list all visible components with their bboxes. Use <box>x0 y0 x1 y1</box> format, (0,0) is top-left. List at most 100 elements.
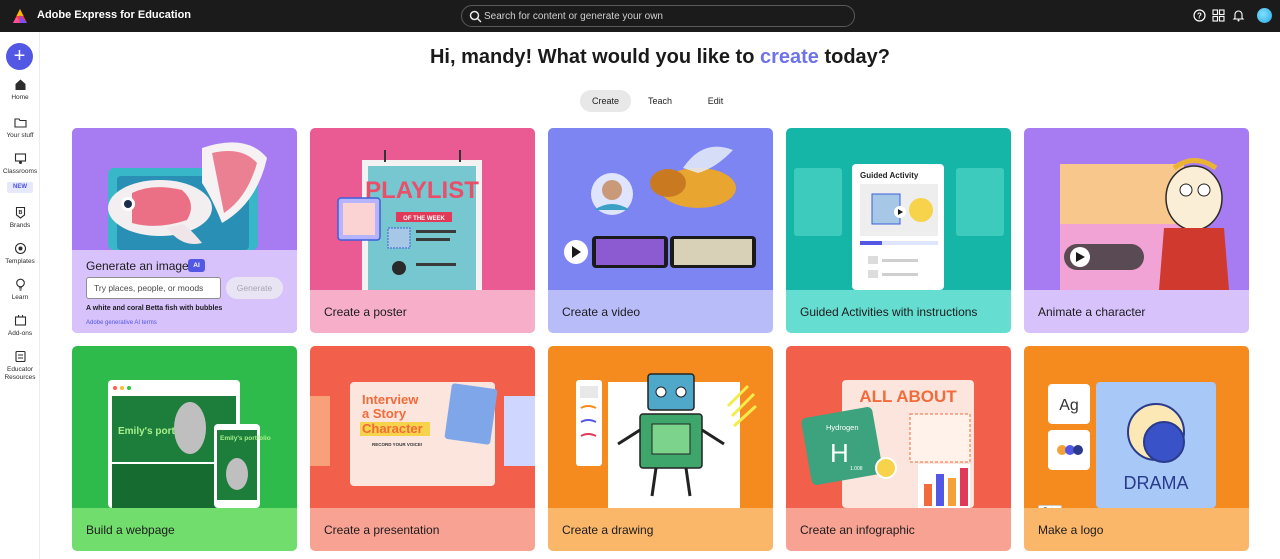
home-icon <box>15 79 25 90</box>
sidebar-item-brands[interactable]: B Brands <box>0 206 40 230</box>
build-webpage-card[interactable]: Emily's portfolio Emily's portfolio Buil… <box>72 346 297 551</box>
animate-character-footer: Animate a character <box>1024 290 1249 333</box>
create-drawing-footer: Create a drawing <box>548 508 773 551</box>
poster-title-text: PLAYLIST <box>365 177 479 204</box>
classroom-icon <box>14 153 26 164</box>
sidebar-item-educator-resources[interactable]: Educator Resources <box>0 350 40 382</box>
card-label: Build a webpage <box>86 523 175 537</box>
sidebar-item-label-line2: Resources <box>4 374 36 381</box>
guided-activities-footer: Guided Activities with instructions <box>786 290 1011 333</box>
logo-glyph-text: Ag <box>1059 397 1079 414</box>
make-logo-card[interactable]: Ag DRAMA Beta Make a logo <box>1024 346 1249 551</box>
card-label: Animate a character <box>1038 305 1146 319</box>
poster-subtitle-text: OF THE WEEK <box>403 216 445 222</box>
betta-fish-illustration <box>72 128 297 250</box>
sidebar-item-addons[interactable]: Add-ons <box>0 314 40 338</box>
sidebar-item-your-stuff[interactable]: Your stuff <box>0 116 40 140</box>
card-label: Make a logo <box>1038 523 1104 537</box>
infographic-illustration: ALL ABOUT Hydrogen H 1.008 <box>786 346 1011 508</box>
logo-illustration: Ag DRAMA <box>1024 346 1249 508</box>
templates-icon <box>14 242 26 255</box>
sidebar-item-templates[interactable]: Templates <box>0 242 40 266</box>
educator-icon <box>14 350 26 363</box>
notifications-bell-icon[interactable] <box>1232 9 1245 22</box>
addons-icon <box>14 315 26 326</box>
logo-word-text: DRAMA <box>1123 473 1188 493</box>
create-presentation-footer: Create a presentation <box>310 508 535 551</box>
help-icon[interactable]: ? <box>1193 9 1206 22</box>
greeting-prefix: Hi, mandy! What would you like to <box>429 46 760 68</box>
search-input[interactable] <box>484 8 844 24</box>
element-name-text: Hydrogen <box>826 423 859 432</box>
card-label: Guided Activities with instructions <box>800 305 978 319</box>
tab-teach[interactable]: Teach <box>636 90 684 112</box>
create-poster-card[interactable]: PLAYLIST OF THE WEEK Create a poster <box>310 128 535 333</box>
animate-character-card[interactable]: Animate a character <box>1024 128 1249 333</box>
webpage-illustration: Emily's portfolio Emily's portfolio <box>72 346 297 508</box>
generate-image-title: Generate an image <box>86 259 189 273</box>
generative-ai-terms-link[interactable]: Adobe generative AI terms <box>86 320 157 326</box>
prompt-example-text[interactable]: A white and coral Betta fish with bubble… <box>86 305 222 312</box>
plus-icon: + <box>13 45 26 67</box>
video-illustration <box>548 128 773 290</box>
presentation-line2: a Story <box>362 406 407 421</box>
sidebar-item-label: Templates <box>5 258 35 265</box>
generate-image-card[interactable]: Generate an image AI Generate A white an… <box>72 128 297 333</box>
presentation-small-text: RECORD YOUR VOICE! <box>372 442 423 447</box>
card-label: Create a drawing <box>562 523 654 537</box>
element-weight-text: 1.008 <box>850 466 863 472</box>
tab-create[interactable]: Create <box>580 90 631 112</box>
create-infographic-card[interactable]: ALL ABOUT Hydrogen H 1.008 Create an inf… <box>786 346 1011 551</box>
create-video-footer: Create a video <box>548 290 773 333</box>
generate-image-panel: Generate an image AI Generate A white an… <box>72 250 297 333</box>
sidebar-item-home[interactable]: Home <box>0 78 40 102</box>
sidebar-item-label: Your stuff <box>6 132 34 139</box>
sidebar-item-learn[interactable]: Learn <box>0 278 40 302</box>
element-symbol-text: H <box>830 438 849 468</box>
greeting-accent: create <box>759 46 819 68</box>
make-logo-footer: Make a logo <box>1024 508 1249 551</box>
tab-edit[interactable]: Edit <box>693 90 738 112</box>
sidebar-item-label: Add-ons <box>7 330 33 337</box>
app-title[interactable]: Adobe Express for Education <box>37 9 191 21</box>
guided-activities-card[interactable]: Guided Activity Guided Activities with i… <box>786 128 1011 333</box>
card-label: Create an infographic <box>800 523 915 537</box>
new-badge: NEW <box>7 182 33 193</box>
search-icon <box>469 10 482 23</box>
apps-grid-icon[interactable] <box>1212 9 1225 22</box>
sidebar-item-classrooms[interactable]: Classrooms <box>0 152 40 176</box>
top-bar: Adobe Express for Education ? <box>0 0 1280 32</box>
left-sidebar: + Home Your stuff Classrooms NEW B Brand… <box>0 32 40 559</box>
create-presentation-card[interactable]: Interview a Story Character RECORD YOUR … <box>310 346 535 551</box>
create-infographic-footer: Create an infographic <box>786 508 1011 551</box>
ai-badge: AI <box>188 259 205 272</box>
card-label: Create a poster <box>324 305 407 319</box>
poster-illustration: PLAYLIST OF THE WEEK <box>310 128 535 290</box>
sidebar-item-label: Educator <box>6 366 34 373</box>
character-illustration <box>1024 128 1249 290</box>
webpage-mobile-title-text: Emily's portfolio <box>220 435 271 442</box>
generate-button[interactable]: Generate <box>226 277 283 299</box>
create-drawing-card[interactable]: Create a drawing <box>548 346 773 551</box>
folder-icon <box>13 118 27 128</box>
presentation-illustration: Interview a Story Character RECORD YOUR … <box>310 346 535 508</box>
create-poster-footer: Create a poster <box>310 290 535 333</box>
card-label: Create a presentation <box>324 523 440 537</box>
lightbulb-icon <box>15 278 25 291</box>
svg-text:B: B <box>18 210 22 216</box>
sidebar-item-label: Learn <box>11 294 29 301</box>
infographic-title-text: ALL ABOUT <box>859 387 957 406</box>
create-new-button[interactable]: + <box>6 43 33 70</box>
guided-activity-illustration: Guided Activity <box>786 128 1011 290</box>
create-video-card[interactable]: Create a video <box>548 128 773 333</box>
robot-drawing-illustration <box>548 346 773 508</box>
build-webpage-footer: Build a webpage <box>72 508 297 551</box>
sidebar-item-label: Classrooms <box>2 168 38 175</box>
global-search[interactable] <box>461 5 855 27</box>
greeting-suffix: today? <box>818 46 891 68</box>
presentation-line3: Character <box>362 421 423 436</box>
user-avatar[interactable] <box>1257 8 1272 23</box>
generate-prompt-input[interactable] <box>86 277 221 299</box>
adobe-express-logo-icon[interactable] <box>12 8 28 24</box>
card-label: Create a video <box>562 305 641 319</box>
